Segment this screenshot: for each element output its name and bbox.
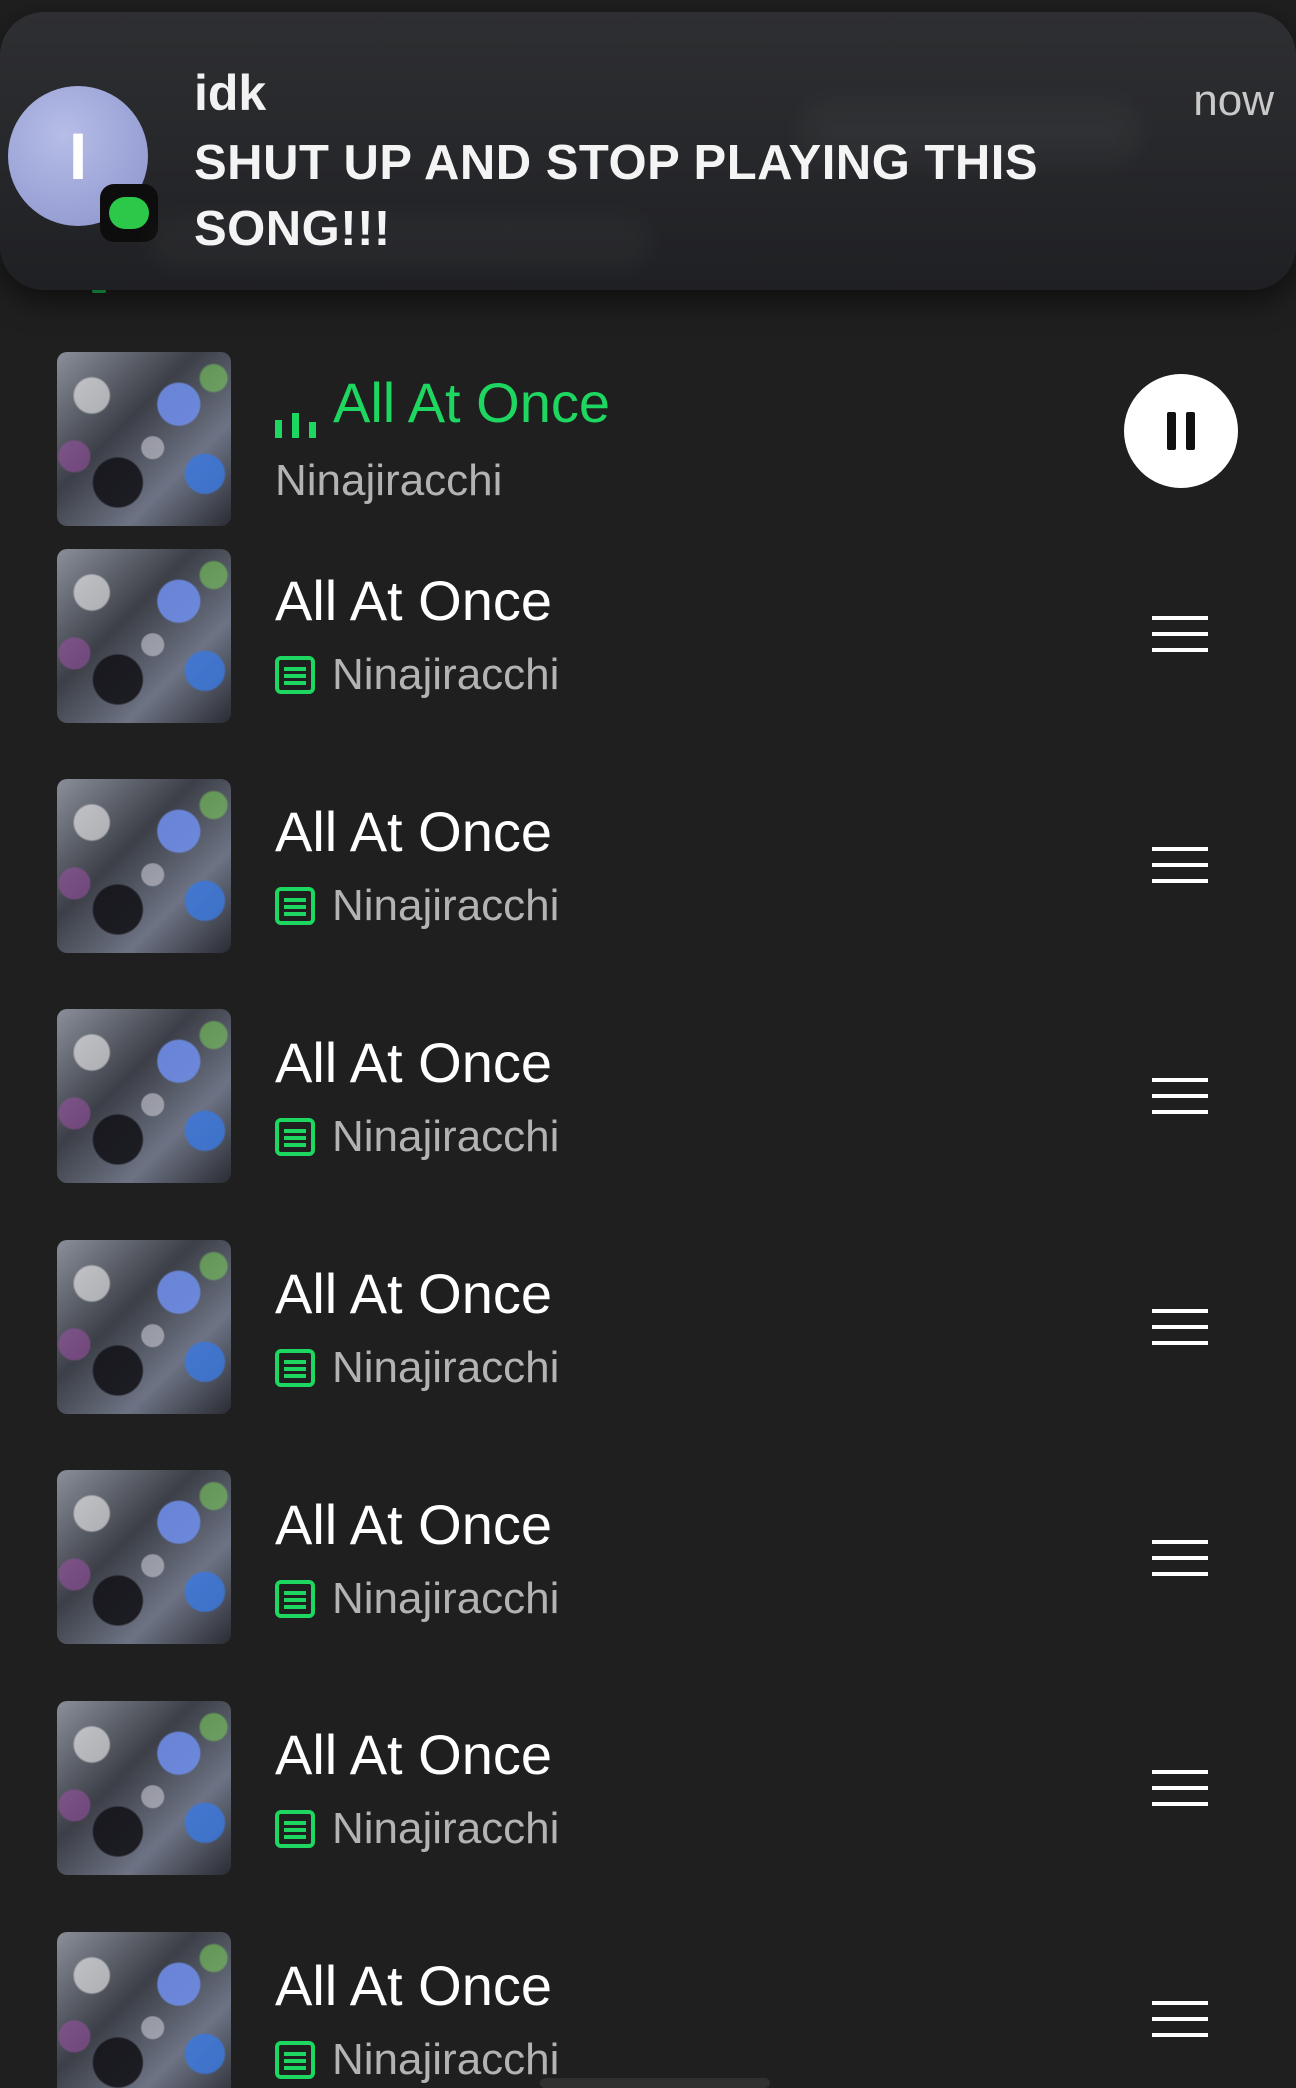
drag-handle-icon[interactable] bbox=[1152, 1076, 1208, 1116]
album-art bbox=[57, 1240, 231, 1414]
track-artist: Ninajiracchi bbox=[275, 1343, 559, 1393]
track-artist: Ninajiracchi bbox=[275, 881, 559, 931]
track-title: All At Once bbox=[275, 1723, 553, 1786]
avatar-initial: I bbox=[68, 119, 88, 193]
drag-handle-icon[interactable] bbox=[1152, 1538, 1208, 1578]
lyrics-icon bbox=[275, 1580, 315, 1618]
drag-handle-icon[interactable] bbox=[1152, 1999, 1208, 2039]
track-artist: Ninajiracchi bbox=[275, 1574, 559, 1624]
queue-screen: All At Once Ninajiracchi All At Once Nin… bbox=[0, 0, 1296, 2088]
lyrics-icon bbox=[275, 1810, 315, 1848]
notification-time: now bbox=[1193, 76, 1274, 125]
lyrics-icon bbox=[275, 887, 315, 925]
lyrics-icon bbox=[275, 1118, 315, 1156]
track-artist: Ninajiracchi bbox=[275, 1804, 559, 1854]
track-title: All At Once bbox=[333, 371, 611, 434]
album-art bbox=[57, 1932, 231, 2088]
lyrics-icon bbox=[275, 656, 315, 694]
album-art bbox=[57, 352, 231, 526]
queue-item[interactable]: All At Once Ninajiracchi bbox=[0, 1700, 1296, 1876]
messages-bubble-icon bbox=[100, 184, 158, 242]
message-notification[interactable]: I idk now SHUT UP AND STOP PLAYING THIS … bbox=[0, 12, 1296, 290]
track-title: All At Once bbox=[275, 1954, 553, 2017]
artist-name: Ninajiracchi bbox=[332, 650, 560, 699]
notification-sender: idk bbox=[194, 65, 267, 121]
artist-name: Ninajiracchi bbox=[275, 456, 503, 505]
drag-handle-icon[interactable] bbox=[1152, 1307, 1208, 1347]
album-art bbox=[57, 549, 231, 723]
album-art bbox=[57, 1009, 231, 1183]
queue-item[interactable]: All At Once Ninajiracchi bbox=[0, 1931, 1296, 2088]
lyrics-icon bbox=[275, 1349, 315, 1387]
pause-icon bbox=[1167, 412, 1195, 450]
equalizer-bars-icon bbox=[275, 413, 316, 438]
album-art bbox=[57, 1470, 231, 1644]
now-playing-row[interactable]: All At Once Ninajiracchi bbox=[0, 352, 1296, 528]
notification-message: SHUT UP AND STOP PLAYING THIS SONG!!! bbox=[194, 136, 1039, 256]
track-title: All At Once bbox=[275, 1031, 553, 1094]
track-title: All At Once bbox=[275, 1262, 553, 1325]
artist-name: Ninajiracchi bbox=[332, 1112, 560, 1161]
drag-handle-icon[interactable] bbox=[1152, 845, 1208, 885]
track-artist: Ninajiracchi bbox=[275, 2035, 559, 2085]
artist-name: Ninajiracchi bbox=[332, 1574, 560, 1623]
artist-name: Ninajiracchi bbox=[332, 881, 560, 930]
lyrics-icon bbox=[275, 2041, 315, 2079]
artist-name: Ninajiracchi bbox=[332, 1343, 560, 1392]
queue-item[interactable]: All At Once Ninajiracchi bbox=[0, 1470, 1296, 1646]
artist-name: Ninajiracchi bbox=[332, 2035, 560, 2084]
track-title: All At Once bbox=[275, 569, 553, 632]
drag-handle-icon[interactable] bbox=[1152, 1768, 1208, 1808]
home-indicator bbox=[540, 2078, 770, 2088]
track-artist: Ninajiracchi bbox=[275, 650, 559, 700]
album-art bbox=[57, 779, 231, 953]
track-artist: Ninajiracchi bbox=[275, 456, 502, 506]
album-art bbox=[57, 1701, 231, 1875]
queue-item[interactable]: All At Once Ninajiracchi bbox=[0, 546, 1296, 723]
queue-item[interactable]: All At Once Ninajiracchi bbox=[0, 1239, 1296, 1415]
track-title: All At Once bbox=[275, 1493, 553, 1556]
queue-item[interactable]: All At Once Ninajiracchi bbox=[0, 1008, 1296, 1184]
artist-name: Ninajiracchi bbox=[332, 1804, 560, 1853]
queue-item[interactable]: All At Once Ninajiracchi bbox=[0, 777, 1296, 953]
pause-button[interactable] bbox=[1124, 374, 1238, 488]
drag-handle-icon[interactable] bbox=[1152, 614, 1208, 654]
track-artist: Ninajiracchi bbox=[275, 1112, 559, 1162]
track-title: All At Once bbox=[275, 800, 553, 863]
